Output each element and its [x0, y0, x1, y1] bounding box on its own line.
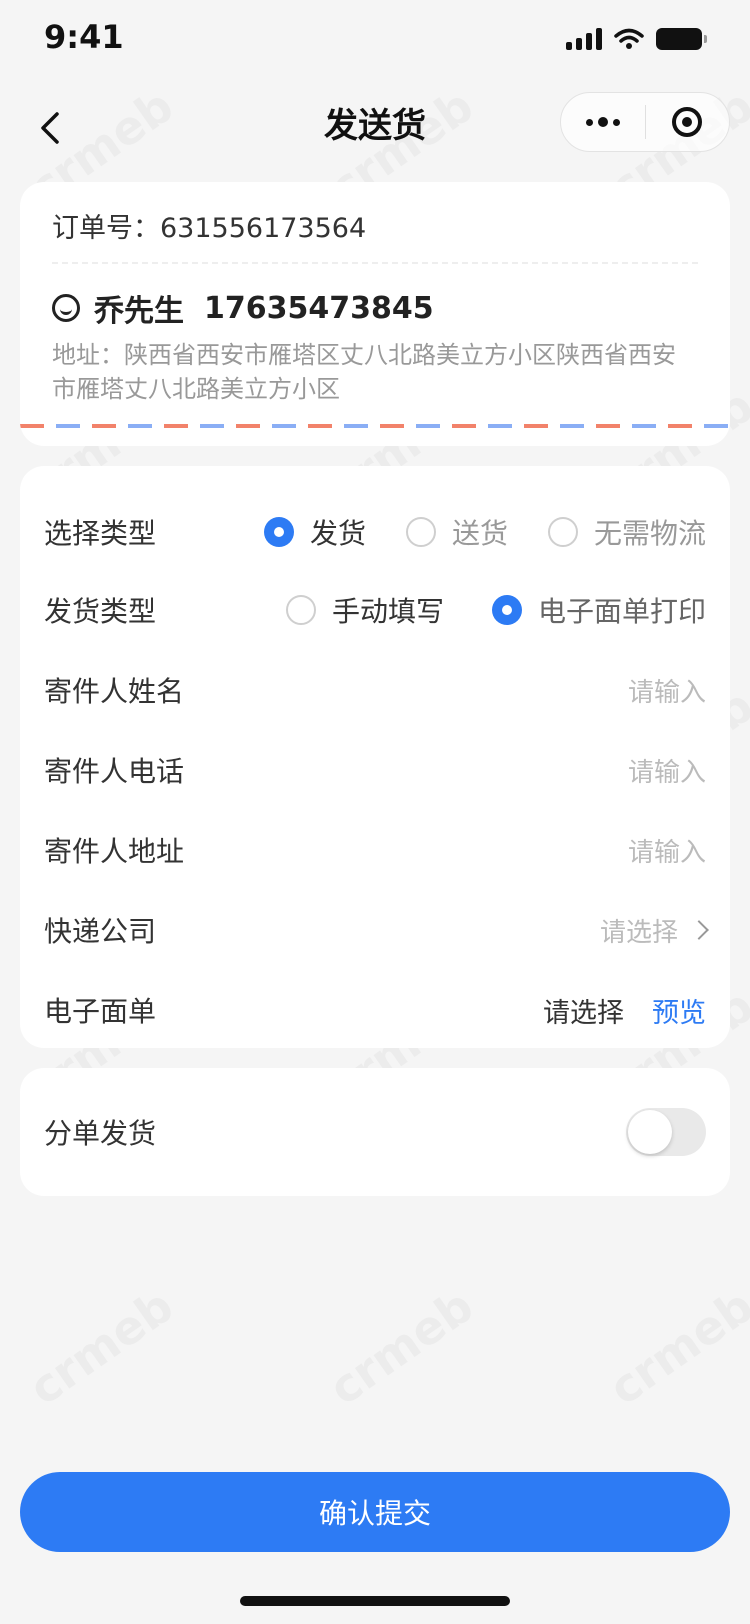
split-shipment-card: 分单发货 [20, 1068, 730, 1196]
address-value: 陕西省西安市雁塔区丈八北路美立方小区陕西省西安市雁塔丈八北路美立方小区 [52, 341, 676, 403]
split-shipment-toggle[interactable] [626, 1108, 706, 1156]
radio-label: 发货 [309, 517, 366, 550]
status-time: 9:41 [44, 18, 124, 56]
sender-phone-label: 寄件人电话 [44, 755, 185, 788]
status-bar: 9:41 [0, 0, 750, 84]
type-row: 选择类型 发货 送货 无需物流 [44, 502, 706, 562]
radio-option-e-waybill[interactable]: 电子面单打印 [491, 590, 706, 630]
preview-link[interactable]: 预览 [652, 991, 706, 1030]
order-number-value: 631556173564 [160, 213, 367, 244]
close-mini-program-button[interactable] [646, 93, 730, 151]
nav-bar: 发送货 [0, 84, 750, 192]
ship-type-label: 发货类型 [44, 595, 157, 628]
radio-label: 手动填写 [331, 595, 444, 628]
watermark-text: crmeb [19, 1278, 183, 1415]
wifi-icon [614, 28, 644, 49]
split-shipment-label: 分单发货 [44, 1117, 157, 1150]
radio-option-no-logistics[interactable]: 无需物流 [547, 512, 706, 552]
e-waybill-label: 电子面单 [44, 995, 157, 1028]
sender-address-input[interactable]: 请输入 [628, 832, 706, 869]
split-shipment-row: 分单发货 [44, 1102, 706, 1162]
sender-address-row: 寄件人地址 请输入 [44, 820, 706, 880]
cellular-signal-icon [566, 28, 602, 50]
watermark-text: crmeb [319, 1278, 483, 1415]
sender-name-row: 寄件人姓名 请输入 [44, 660, 706, 720]
more-button[interactable] [561, 93, 645, 151]
sender-phone-row: 寄件人电话 请输入 [44, 740, 706, 800]
ship-type-options: 手动填写 电子面单打印 [285, 590, 706, 630]
divider [52, 262, 698, 264]
e-waybill-select[interactable]: 请选择 [543, 991, 624, 1030]
e-waybill-actions: 请选择 预览 [543, 991, 706, 1030]
type-label: 选择类型 [44, 517, 157, 550]
home-indicator [240, 1596, 510, 1606]
radio-checked-icon [263, 517, 294, 547]
order-number-label: 订单号： [52, 213, 160, 244]
more-dots-icon [585, 117, 620, 127]
order-number: 订单号：631556173564 [52, 206, 366, 245]
courier-select[interactable]: 请选择 [599, 912, 709, 949]
chevron-right-icon [689, 920, 709, 940]
sender-address-label: 寄件人地址 [44, 835, 185, 868]
radio-label: 无需物流 [593, 517, 706, 550]
sender-name-label: 寄件人姓名 [44, 675, 185, 708]
recipient-name: 乔先生 [94, 294, 184, 329]
radio-unchecked-icon [405, 517, 436, 547]
recipient-address: 地址：陕西省西安市雁塔区丈八北路美立方小区陕西省西安市雁塔丈八北路美立方小区 [52, 338, 690, 406]
recipient-phone: 17635473845 [204, 290, 434, 326]
sender-name-input[interactable]: 请输入 [628, 672, 706, 709]
recipient-contact: 乔先生 17635473845 [52, 286, 434, 330]
radio-option-manual[interactable]: 手动填写 [285, 590, 444, 630]
radio-unchecked-icon [547, 517, 578, 547]
status-icons [566, 28, 707, 50]
shipping-form-card: 选择类型 发货 送货 无需物流 发货类型 手动填写 电子面单打印 寄件人姓名 请… [20, 466, 730, 1048]
submit-button[interactable]: 确认提交 [20, 1472, 730, 1552]
order-info-card: 订单号：631556173564 乔先生 17635473845 地址：陕西省西… [20, 182, 730, 446]
e-waybill-row: 电子面单 请选择 预览 [44, 980, 706, 1040]
watermark-text: crmeb [599, 1278, 750, 1415]
address-label: 地址： [52, 341, 124, 369]
radio-label: 送货 [451, 517, 508, 550]
radio-unchecked-icon [285, 595, 316, 625]
user-smile-icon [52, 294, 80, 322]
radio-checked-icon [491, 595, 522, 625]
radio-option-deliver[interactable]: 发货 [263, 512, 366, 552]
courier-placeholder: 请选择 [599, 917, 678, 948]
courier-label: 快递公司 [44, 915, 157, 948]
radio-option-send[interactable]: 送货 [405, 512, 508, 552]
airmail-stripe [20, 424, 730, 428]
courier-row[interactable]: 快递公司 请选择 [44, 900, 709, 960]
battery-icon [656, 28, 707, 50]
ship-type-row: 发货类型 手动填写 电子面单打印 [44, 580, 706, 640]
type-options: 发货 送货 无需物流 [263, 512, 706, 552]
sender-phone-input[interactable]: 请输入 [628, 752, 706, 789]
radio-label: 电子面单打印 [537, 595, 706, 628]
target-icon [672, 107, 703, 137]
mini-program-capsule [560, 92, 730, 152]
